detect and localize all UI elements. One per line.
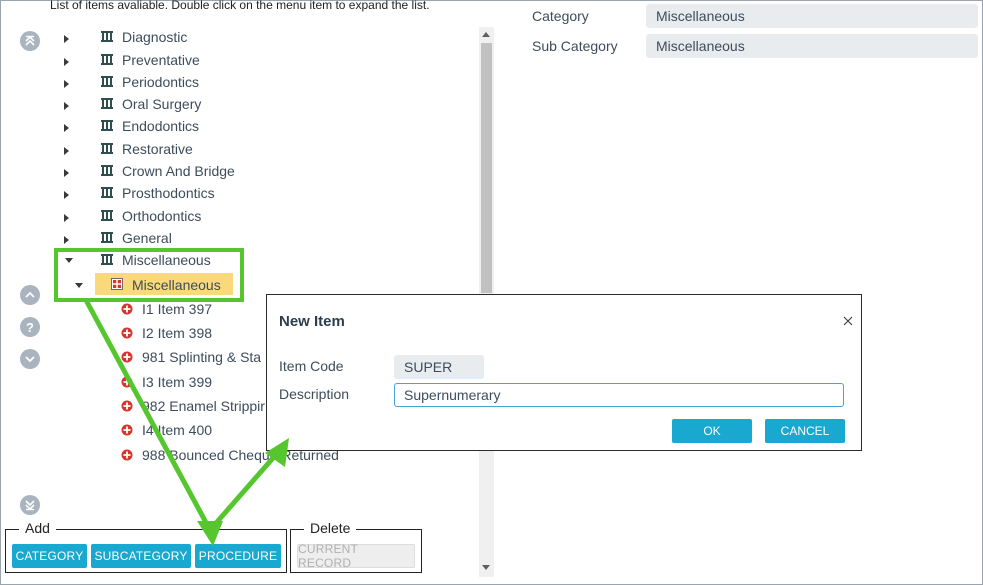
building-icon [101,231,113,243]
red-cross-icon [121,424,133,436]
scrollbar-thumb[interactable] [481,43,492,293]
expand-caret-icon[interactable] [64,147,69,155]
red-cross-icon [121,351,133,363]
red-cross-icon [121,303,133,315]
red-cross-icon [121,400,133,412]
tree-item-label: I1 Item 397 [142,301,213,317]
red-cross-icon [121,449,133,461]
expand-caret-icon[interactable] [64,214,69,222]
building-icon [101,97,113,109]
building-icon [101,53,113,65]
close-icon[interactable] [842,314,854,326]
building-icon [101,164,113,176]
double-chevron-down-icon[interactable] [20,495,40,515]
item-code-field: SUPER [394,355,484,379]
building-icon [101,119,113,131]
building-icon [101,30,113,42]
double-chevron-up-icon[interactable] [20,31,40,51]
tree-node-label: Diagnostic [122,29,188,45]
chevron-down-icon[interactable] [20,349,40,369]
tree-node-label: Preventative [122,52,200,68]
subcategory-value: Miscellaneous [646,34,978,58]
category-label: Category [532,8,589,24]
scroll-down-arrow-icon[interactable] [482,565,490,570]
expand-caret-icon[interactable] [64,124,69,132]
red-cross-icon [121,327,133,339]
cancel-button[interactable]: CANCEL [765,419,845,443]
scroll-up-arrow-icon[interactable] [482,32,490,37]
add-procedure-button[interactable]: PROCEDURE [195,544,281,568]
description-input[interactable]: Supernumerary [394,383,844,407]
tree-node-label: Prosthodontics [122,185,215,201]
red-cross-icon [121,376,133,388]
building-icon [101,75,113,87]
tree-node-label: Orthodontics [122,208,202,224]
question-icon[interactable]: ? [20,317,40,337]
expand-caret-icon[interactable] [64,236,69,244]
tree-item-label: 981 Splinting & Sta [142,349,262,365]
tree-item-label: I4 Item 400 [142,422,213,438]
expand-caret-icon[interactable] [64,102,69,110]
tree-item-label: I2 Item 398 [142,325,213,341]
add-group-title: Add [19,520,56,536]
expand-caret-icon[interactable] [64,191,69,199]
building-icon [101,142,113,154]
building-icon [101,186,113,198]
category-value: Miscellaneous [646,4,978,28]
instructions-text: List of items avaliable. Double click on… [50,0,430,12]
ok-button[interactable]: OK [672,419,752,443]
expand-caret-icon[interactable] [64,35,69,43]
tree-item-label: 982 Enamel Strippir [142,398,265,414]
tree-node-label: General [122,230,172,246]
expand-caret-icon[interactable] [64,80,69,88]
add-category-button[interactable]: CATEGORY [12,544,87,568]
subcategory-label: Sub Category [532,38,618,54]
new-item-dialog: New Item Item Code SUPER Description Sup… [266,294,862,451]
tree-node-label: Endodontics [122,118,200,134]
tree-item-label: I3 Item 399 [142,374,213,390]
delete-group-title: Delete [304,520,357,536]
tree-node-label: Periodontics [122,74,200,90]
tree-node-label: Oral Surgery [122,96,202,112]
dialog-title: New Item [279,313,345,330]
add-subcategory-button[interactable]: SUBCATEGORY [91,544,191,568]
item-code-label: Item Code [279,358,344,374]
annotation-highlight-box [54,248,244,302]
description-label: Description [279,386,350,402]
expand-caret-icon[interactable] [64,169,69,177]
building-icon [101,209,113,221]
tree-node-label: Restorative [122,141,193,157]
delete-current-record-button[interactable]: CURRENT RECORD [297,542,415,570]
expand-caret-icon[interactable] [64,58,69,66]
tree-node-label: Crown And Bridge [122,163,235,179]
chevron-up-icon[interactable] [20,285,40,305]
